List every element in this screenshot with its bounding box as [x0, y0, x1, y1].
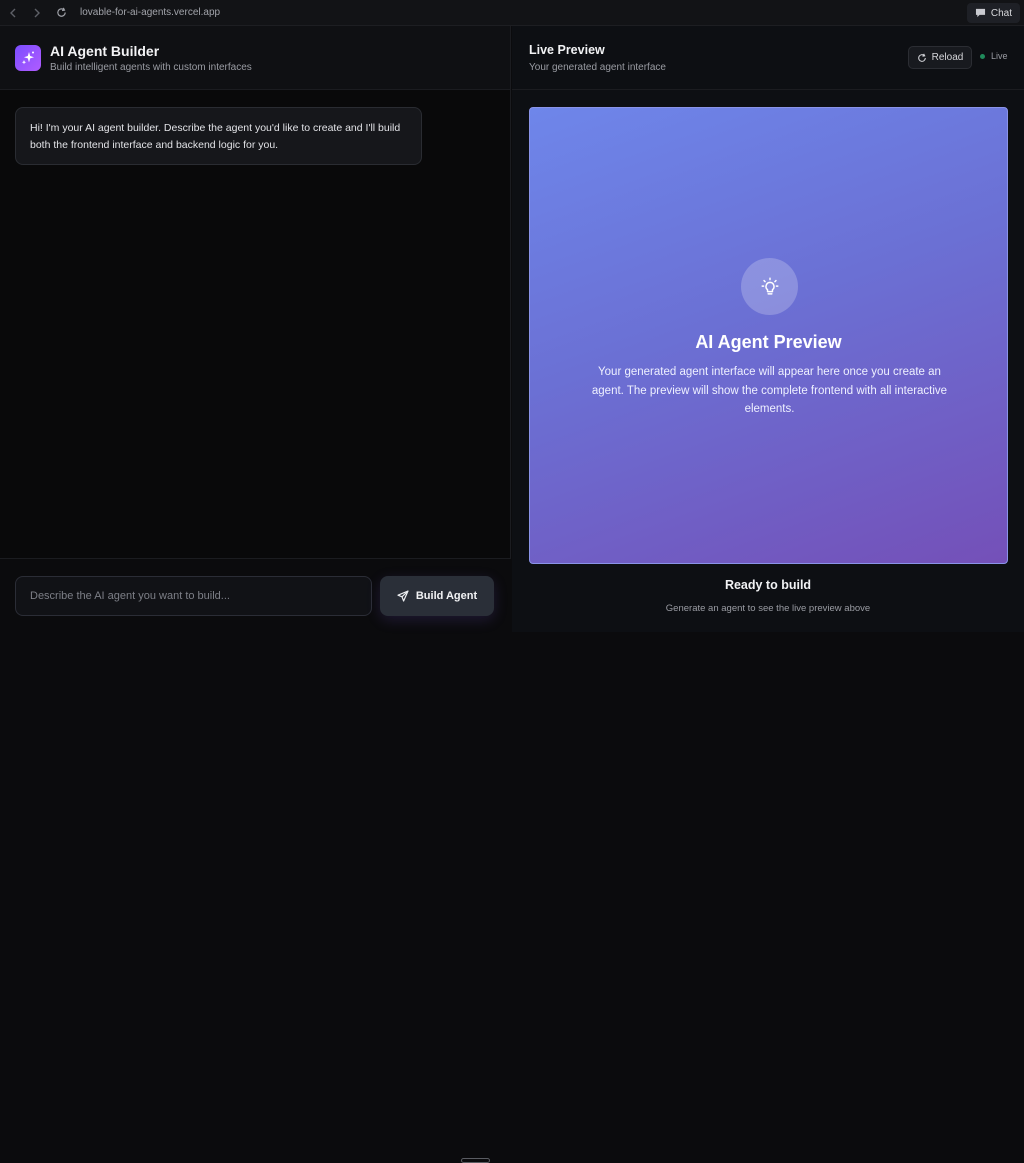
- status-subtitle: Generate an agent to see the live previe…: [665, 603, 871, 614]
- live-label: Live: [991, 51, 1008, 61]
- send-icon: [397, 590, 409, 602]
- chat-button[interactable]: Chat: [966, 3, 1020, 23]
- preview-subtitle: Your generated agent interface: [529, 62, 666, 73]
- chat-icon: [975, 8, 985, 18]
- composer: Build Agent: [0, 558, 511, 1163]
- lightbulb-icon: [741, 258, 798, 315]
- preview-card-description: Your generated agent interface will appe…: [591, 366, 948, 415]
- url-bar[interactable]: lovable-for-ai-agents.vercel.app: [80, 7, 220, 18]
- browser-toolbar: lovable-for-ai-agents.vercel.app Chat: [0, 0, 1024, 26]
- assistant-message: Hi! I'm your AI agent builder. Describe …: [15, 107, 422, 165]
- preview-title: Live Preview: [529, 43, 605, 57]
- preview-panel: Live Preview Your generated agent interf…: [512, 26, 1024, 632]
- preview-card: AI Agent Preview Your generated agent in…: [529, 107, 1008, 564]
- back-icon[interactable]: [6, 6, 20, 20]
- build-agent-button[interactable]: Build Agent: [380, 576, 494, 616]
- app-subtitle: Build intelligent agents with custom int…: [50, 61, 252, 73]
- app-title: AI Agent Builder: [50, 42, 160, 59]
- builder-panel: AI Agent Builder Build intelligent agent…: [0, 26, 511, 1163]
- live-dot-icon: [980, 53, 985, 59]
- build-agent-label: Build Agent: [415, 590, 478, 602]
- builder-header: AI Agent Builder Build intelligent agent…: [0, 26, 510, 90]
- reload-button[interactable]: Reload: [908, 46, 972, 69]
- agent-description-input[interactable]: [15, 576, 372, 616]
- chat-button-label: Chat: [990, 7, 1012, 19]
- reload-icon: [917, 53, 926, 62]
- preview-card-title: AI Agent Preview: [695, 332, 842, 352]
- status-title: Ready to build: [724, 578, 812, 592]
- live-status: Live: [980, 51, 1008, 61]
- sparkles-icon: [15, 44, 41, 71]
- reload-label: Reload: [931, 52, 964, 63]
- resize-handle[interactable]: [461, 1158, 490, 1163]
- forward-icon[interactable]: [30, 6, 44, 20]
- preview-header: Live Preview Your generated agent interf…: [512, 26, 1024, 90]
- refresh-icon[interactable]: [54, 6, 68, 20]
